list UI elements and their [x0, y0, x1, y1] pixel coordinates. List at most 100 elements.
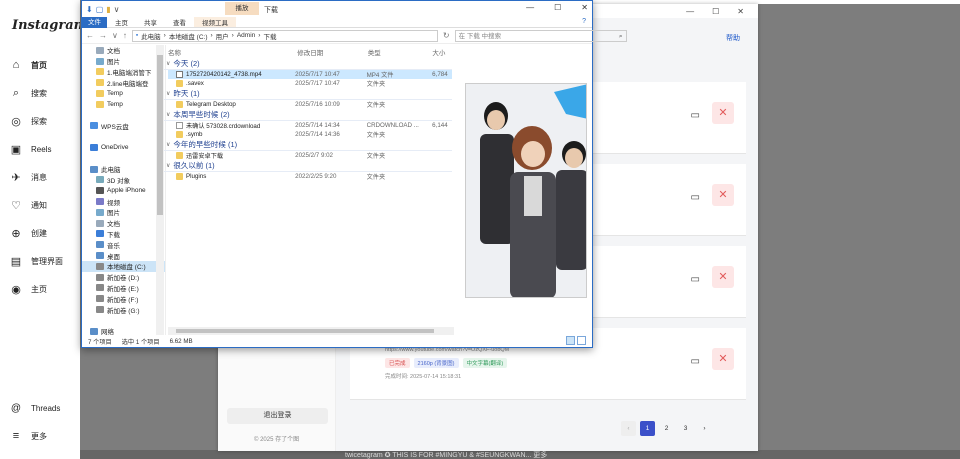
nav-pane-item[interactable]: 本地磁盘 (C:) — [82, 260, 165, 272]
large-icons-view-icon[interactable] — [577, 336, 586, 345]
path-segment[interactable]: 此电脑 — [141, 31, 161, 41]
group-header[interactable]: ∨ 本周早些时候 (2) — [164, 109, 452, 121]
delete-button[interactable]: ✕ — [712, 348, 734, 370]
ig-nav-item[interactable]: ◉ 主页 — [10, 283, 47, 296]
up-arrow-icon[interactable]: ↑ — [123, 31, 127, 40]
file-row[interactable]: 1752720420142_4738.mp4 2025/7/17 10:47 MP4… — [168, 70, 452, 79]
forward-arrow-icon[interactable]: → — [99, 31, 107, 40]
group-header[interactable]: ∨ 昨天 (1) — [164, 88, 452, 100]
ig-nav-item[interactable]: ▤ 管理界面 — [10, 255, 63, 268]
nav-pane-item[interactable]: 桌面 — [82, 250, 165, 261]
nav-pane-item[interactable]: Temp — [82, 99, 165, 110]
instagram-logo[interactable]: Instagram — [12, 18, 87, 33]
customize-toolbar-icon[interactable]: ∨ — [114, 5, 120, 14]
nav-pane-item[interactable]: Temp — [82, 88, 165, 99]
explorer-maximize-icon[interactable]: ☐ — [554, 3, 561, 12]
nav-pane-item[interactable]: 视频 — [82, 196, 165, 207]
back-arrow-icon[interactable]: ← — [86, 31, 94, 40]
ig-nav-item[interactable]: ♡ 通知 — [10, 199, 47, 212]
file-row[interactable]: .symb 2025/7/14 14:36 文件夹 — [168, 130, 452, 139]
explorer-close-icon[interactable]: ✕ — [581, 3, 588, 12]
explorer-minimize-icon[interactable]: — — [526, 3, 534, 12]
quick-access-icon[interactable]: ⬇ — [86, 5, 93, 14]
prev-page-button[interactable]: ‹ — [621, 421, 636, 436]
recent-dropdown-icon[interactable]: ∨ — [112, 31, 118, 40]
column-type[interactable]: 类型 — [368, 47, 433, 57]
path-segment[interactable]: 下载 — [263, 31, 276, 41]
nav-pane-item[interactable]: 1.电脑端消管下 — [82, 67, 165, 78]
path-segment[interactable]: 本地磁盘 (C:) — [169, 31, 208, 41]
path-segment[interactable]: Admin — [237, 32, 255, 39]
new-folder-icon[interactable]: ▮ — [106, 5, 110, 14]
ribbon-tab-file[interactable]: 文件 — [82, 16, 107, 28]
delete-button[interactable]: ✕ — [712, 102, 734, 124]
close-icon[interactable]: ✕ — [737, 7, 744, 16]
nav-pane-item[interactable]: 图片 — [82, 207, 165, 218]
threads-link[interactable]: @ Threads — [10, 402, 60, 414]
logout-button[interactable]: 退出登录 — [227, 408, 328, 424]
ribbon-tab-video-tools[interactable]: 视频工具 — [194, 17, 236, 27]
nav-pane-item[interactable]: WPS云盘 — [82, 121, 165, 132]
group-header[interactable]: ∨ 今年的早些时候 (1) — [164, 139, 452, 151]
column-date[interactable]: 修改日期 — [297, 47, 368, 57]
window-title: 下载 — [264, 7, 278, 14]
file-row[interactable]: 未确认 573028.crdownload 2025/7/14 14:34 CRDO… — [168, 121, 452, 130]
group-header[interactable]: ∨ 今天 (2) — [164, 58, 452, 70]
nav-pane-item[interactable]: OneDrive — [82, 142, 165, 153]
ribbon-tab-share[interactable]: 共享 — [136, 17, 165, 27]
ig-nav-item[interactable]: ▣ Reels — [10, 143, 52, 156]
refresh-icon[interactable]: ↻ — [443, 31, 450, 40]
search-input[interactable]: 在 下载 中搜索 ⌕ — [454, 29, 627, 42]
delete-button[interactable]: ✕ — [712, 184, 734, 206]
next-page-button[interactable]: › — [697, 421, 712, 436]
nav-pane-item[interactable]: 3D 对象 — [82, 175, 165, 186]
group-header[interactable]: ∨ 很久以前 (1) — [164, 160, 452, 172]
page-3-button[interactable]: 3 — [678, 421, 693, 436]
file-row[interactable]: Plugins 2022/2/25 9:20 文件夹 — [168, 172, 452, 181]
page-1-button[interactable]: 1 — [640, 421, 655, 436]
ig-nav-item[interactable]: ◎ 探索 — [10, 115, 47, 128]
ribbon-tab-home[interactable]: 主页 — [107, 17, 136, 27]
ig-nav-item[interactable]: ⌕ 搜索 — [10, 87, 47, 99]
nav-pane-item[interactable]: 音乐 — [82, 239, 165, 250]
details-view-icon[interactable] — [566, 336, 575, 345]
open-folder-icon[interactable]: ▭ — [691, 274, 700, 285]
more-menu[interactable]: ≡ 更多 — [10, 430, 47, 442]
delete-button[interactable]: ✕ — [712, 266, 734, 288]
open-folder-icon[interactable]: ▭ — [691, 356, 700, 367]
nav-pane-item[interactable]: 2.line电脑端登 — [82, 77, 165, 88]
nav-pane-item[interactable]: 下载 — [82, 229, 165, 240]
open-folder-icon[interactable]: ▭ — [691, 192, 700, 203]
column-size[interactable]: 大小 — [432, 47, 452, 57]
ribbon-tab-view[interactable]: 查看 — [165, 17, 194, 27]
open-folder-icon[interactable]: ▭ — [691, 110, 700, 121]
nav-pane-item[interactable]: 新加卷 (G:) — [82, 304, 165, 315]
column-name[interactable]: 名称 — [168, 47, 297, 57]
nav-pane-item[interactable]: 新加卷 (D:) — [82, 272, 165, 283]
ig-nav-item[interactable]: ⊕ 创建 — [10, 227, 47, 240]
ig-nav-item[interactable]: ⌂ 首页 — [10, 59, 47, 71]
horizontal-scrollbar[interactable] — [168, 327, 454, 335]
address-path[interactable]: ▪ 此电脑 › 本地磁盘 (C:) › 用户 › Admin › 下载 — [131, 29, 438, 42]
help-icon[interactable]: ? — [582, 18, 586, 25]
nav-scrollbar[interactable] — [156, 45, 164, 335]
properties-icon[interactable]: ▢ — [96, 5, 104, 14]
help-link[interactable]: 帮助 — [726, 33, 740, 43]
file-row[interactable]: .savex 2025/7/17 10:47 文件夹 — [168, 79, 452, 88]
file-row[interactable]: Telegram Desktop 2025/7/16 10:09 文件夹 — [168, 100, 452, 109]
nav-pane-item[interactable]: 网络 — [82, 326, 165, 335]
play-tool-tab[interactable]: 播放 — [225, 2, 259, 15]
ig-nav-item[interactable]: ✈ 消息 — [10, 171, 47, 184]
path-segment[interactable]: 用户 — [216, 31, 229, 41]
file-row[interactable]: 迅雷安卓下载 2025/2/7 9:02 文件夹 — [168, 151, 452, 160]
nav-pane-item[interactable]: 文档 — [82, 45, 165, 56]
page-2-button[interactable]: 2 — [659, 421, 674, 436]
nav-pane-item[interactable]: 新加卷 (F:) — [82, 293, 165, 304]
nav-pane-item[interactable]: 文档 — [82, 218, 165, 229]
nav-pane-item[interactable]: 图片 — [82, 56, 165, 67]
nav-pane-item[interactable]: 新加卷 (E:) — [82, 283, 165, 294]
nav-pane-item[interactable]: Apple iPhone — [82, 185, 165, 196]
nav-pane-item[interactable]: 此电脑 — [82, 164, 165, 175]
minimize-icon[interactable]: — — [686, 7, 694, 16]
maximize-icon[interactable]: ☐ — [712, 7, 719, 16]
